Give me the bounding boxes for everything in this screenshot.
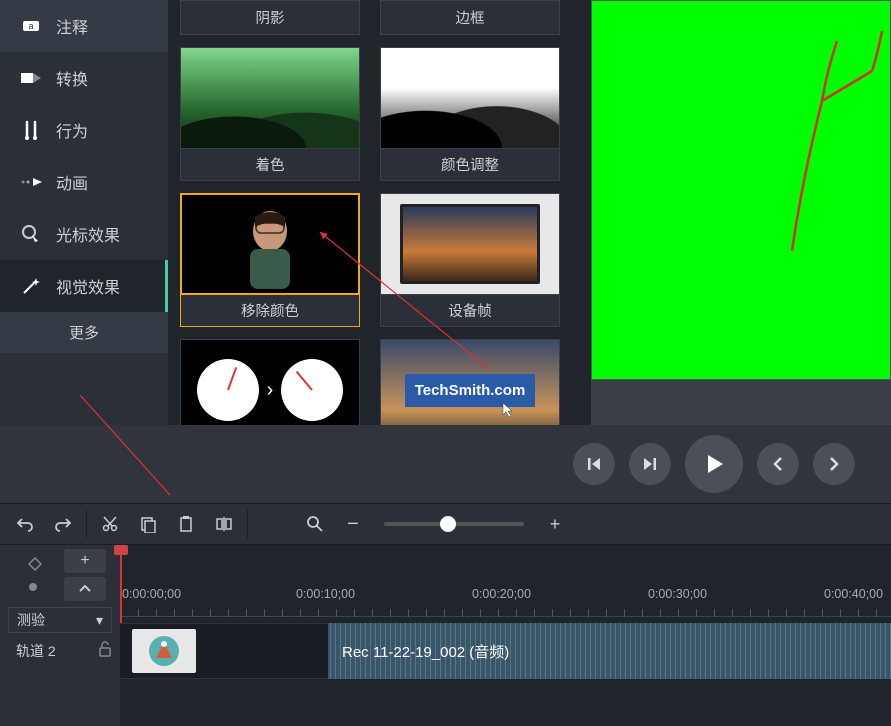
- effect-colorize[interactable]: 着色: [180, 47, 360, 181]
- effect-thumb: [380, 47, 560, 149]
- chevron-right-icon: [826, 456, 842, 472]
- effect-clip-speed[interactable]: ›: [180, 339, 360, 425]
- paste-icon: [177, 515, 195, 533]
- cursor-icon: [501, 401, 517, 417]
- sidebar-more-label: 更多: [69, 325, 99, 342]
- undo-button[interactable]: [8, 507, 42, 541]
- step-forward-icon: [641, 455, 659, 473]
- svg-text:a: a: [28, 21, 33, 31]
- dropdown-arrow-icon: ▾: [96, 612, 103, 629]
- split-button[interactable]: [207, 507, 241, 541]
- video-clip-thumb[interactable]: [132, 629, 196, 673]
- next-marker-button[interactable]: [813, 443, 855, 485]
- transition-icon: [20, 67, 42, 89]
- effect-thumb: [180, 47, 360, 149]
- redo-icon: [54, 515, 72, 533]
- effect-interactive-hotspot[interactable]: TechSmith.com: [380, 339, 560, 425]
- behavior-icon: [20, 119, 42, 141]
- zoom-slider[interactable]: [384, 522, 524, 526]
- effects-sidebar: a 注释 转换 行为 动画 光标效果: [0, 0, 168, 425]
- sidebar-item-annotation[interactable]: a 注释: [0, 0, 168, 52]
- undo-icon: [16, 515, 34, 533]
- preview-area: [591, 0, 891, 425]
- effect-thumb: ›: [180, 339, 360, 425]
- sidebar-item-animation[interactable]: 动画: [0, 156, 168, 208]
- collapse-tracks-button[interactable]: [64, 577, 106, 601]
- audio-clip[interactable]: Rec 11-22-19_002 (音频): [328, 623, 891, 679]
- animation-icon: [20, 171, 42, 193]
- timeline: + 测验 ▾ 轨道 2 0:00:00;00 0:00:10;00 0:00:2…: [0, 545, 891, 726]
- chevron-left-icon: [770, 456, 786, 472]
- sidebar-item-transition[interactable]: 转换: [0, 52, 168, 104]
- redo-button[interactable]: [46, 507, 80, 541]
- track-label: 轨道 2: [16, 641, 56, 661]
- effect-shadow[interactable]: 阴影: [180, 0, 360, 35]
- sidebar-item-cursor-effects[interactable]: 光标效果: [0, 208, 168, 260]
- timeline-toolbar: − +: [0, 503, 891, 545]
- sidebar-item-behavior[interactable]: 行为: [0, 104, 168, 156]
- timeline-ruler[interactable]: 0:00:00;00 0:00:10;00 0:00:20;00 0:00:30…: [120, 587, 891, 617]
- track-header-column: + 测验 ▾ 轨道 2: [0, 545, 120, 726]
- scissors-icon: [101, 515, 119, 533]
- sidebar-item-label: 注释: [56, 14, 88, 38]
- chevron-right-icon: ›: [267, 379, 274, 402]
- add-track-button[interactable]: +: [64, 549, 106, 573]
- effect-border[interactable]: 边框: [380, 0, 560, 35]
- play-icon: [702, 452, 726, 476]
- effect-remove-color[interactable]: 移除颜色: [180, 193, 360, 327]
- sidebar-item-label: 光标效果: [56, 222, 120, 246]
- techsmith-badge: TechSmith.com: [405, 374, 536, 407]
- prev-frame-button[interactable]: [573, 443, 615, 485]
- zoom-in-button[interactable]: +: [538, 507, 572, 541]
- effect-color-adjust[interactable]: 颜色调整: [380, 47, 560, 181]
- effect-device-frame[interactable]: 设备帧: [380, 193, 560, 327]
- audio-clip-label: Rec 11-22-19_002 (音频): [342, 641, 509, 662]
- zoom-slider-thumb[interactable]: [440, 516, 456, 532]
- canvas-drawing: [592, 1, 891, 381]
- magnifier-icon: [306, 515, 324, 533]
- zoom-fit-button[interactable]: [298, 507, 332, 541]
- quiz-label: 测验: [17, 610, 45, 630]
- split-icon: [215, 515, 233, 533]
- sidebar-item-label: 动画: [56, 170, 88, 194]
- paste-button[interactable]: [169, 507, 203, 541]
- effects-panel: 阴影 边框 着色 颜色调整 移除颜色: [168, 0, 591, 425]
- lock-track-button[interactable]: [98, 641, 112, 662]
- annotation-icon: a: [20, 15, 42, 37]
- lock-open-icon: [98, 641, 112, 657]
- prev-marker-button[interactable]: [757, 443, 799, 485]
- effect-thumb: [380, 193, 560, 295]
- copy-icon: [139, 515, 157, 533]
- magic-wand-icon: [20, 275, 42, 297]
- quiz-dropdown[interactable]: 测验 ▾: [8, 607, 112, 633]
- copy-button[interactable]: [131, 507, 165, 541]
- playback-bar: [0, 425, 891, 503]
- effect-thumb: [180, 193, 360, 295]
- cut-button[interactable]: [93, 507, 127, 541]
- cursor-effects-icon: [20, 223, 42, 245]
- chevron-up-icon: [79, 585, 91, 593]
- plus-icon: +: [80, 552, 89, 570]
- marker-icon[interactable]: [28, 557, 42, 576]
- zoom-out-button[interactable]: −: [336, 507, 370, 541]
- preview-canvas[interactable]: [591, 0, 891, 380]
- sidebar-item-label: 转换: [56, 66, 88, 90]
- sidebar-more-button[interactable]: 更多: [0, 312, 168, 353]
- step-back-icon: [585, 455, 603, 473]
- effect-thumb: TechSmith.com: [380, 339, 560, 425]
- sidebar-item-label: 行为: [56, 118, 88, 142]
- sidebar-item-visual-effects[interactable]: 视觉效果: [0, 260, 168, 312]
- marker-dot-icon[interactable]: [28, 579, 38, 597]
- sidebar-item-label: 视觉效果: [56, 274, 120, 298]
- play-button[interactable]: [685, 435, 743, 493]
- next-frame-button[interactable]: [629, 443, 671, 485]
